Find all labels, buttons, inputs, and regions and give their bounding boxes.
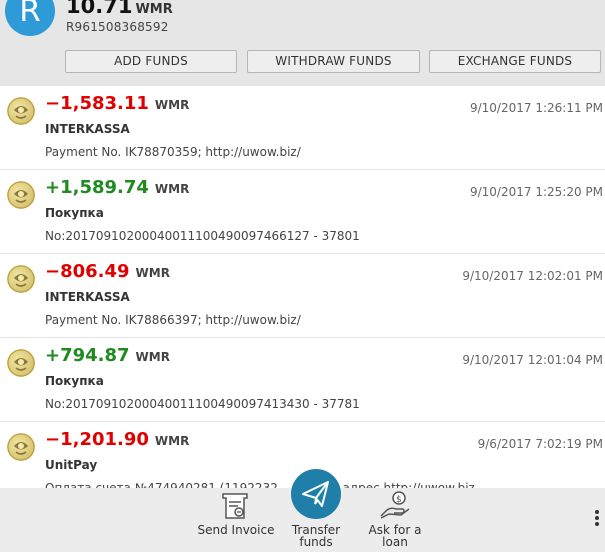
transaction-amount-value: −806.49 <box>45 261 130 282</box>
svg-text:$: $ <box>396 495 402 505</box>
transaction-amount: −806.49 WMR <box>45 261 170 282</box>
transaction-currency: WMR <box>154 182 190 196</box>
transaction-amount-value: +1,589.74 <box>45 177 149 198</box>
webmoney-coin-icon <box>7 349 35 377</box>
webmoney-coin-icon <box>7 433 35 461</box>
transaction-counterparty: Покупка <box>45 206 104 220</box>
hand-coin-icon: $ <box>379 490 411 522</box>
transaction-list: −1,583.11 WMR 9/10/2017 1:26:11 PM INTERK… <box>0 86 605 488</box>
transaction-amount-value: −1,201.90 <box>45 429 149 450</box>
transaction-currency: WMR <box>135 266 170 280</box>
transaction-date: 9/6/2017 7:02:19 PM <box>477 437 603 451</box>
transfer-funds-label-line2: funds <box>299 535 333 549</box>
transaction-counterparty: Покупка <box>45 374 104 388</box>
transfer-funds-label: Transfer funds <box>285 524 347 548</box>
withdraw-funds-button[interactable]: WITHDRAW FUNDS <box>247 50 420 73</box>
transaction-counterparty: UnitPay <box>45 458 98 472</box>
transaction-counterparty: INTERKASSA <box>45 290 130 304</box>
transaction-currency: WMR <box>154 434 190 448</box>
bottom-toolbar: Send Invoice Transfer funds $ Ask for a lo… <box>0 469 605 552</box>
balance: 10.71 WMR <box>66 0 173 18</box>
account-header: R 10.71 WMR R961508368592 ADD FUNDS WITHD… <box>0 0 605 86</box>
purse-id: R961508368592 <box>66 20 169 34</box>
transaction-date: 9/10/2017 12:01:04 PM <box>462 353 603 367</box>
webmoney-coin-icon <box>7 265 35 293</box>
balance-value: 10.71 <box>66 0 133 18</box>
ask-loan-label: Ask for a loan <box>360 524 430 548</box>
transaction-amount-value: +794.87 <box>45 345 130 366</box>
transaction-row[interactable]: +794.87 WMR 9/10/2017 12:01:04 PM Покупка… <box>0 338 605 422</box>
transaction-amount-value: −1,583.11 <box>45 93 149 114</box>
send-invoice-label: Send Invoice <box>197 523 275 537</box>
webmoney-coin-icon <box>7 181 35 209</box>
add-funds-button[interactable]: ADD FUNDS <box>65 50 237 73</box>
transaction-amount: −1,583.11 WMR <box>45 93 189 114</box>
transaction-description: No:20170910200040011100490097466127 - 37… <box>45 229 360 243</box>
transaction-description: No:20170910200040011100490097413430 - 37… <box>45 397 360 411</box>
transaction-currency: WMR <box>154 98 190 112</box>
transaction-amount: +1,589.74 WMR <box>45 177 189 198</box>
transaction-counterparty: INTERKASSA <box>45 122 130 136</box>
transaction-row[interactable]: −806.49 WMR 9/10/2017 12:02:01 PM INTERKA… <box>0 254 605 338</box>
transaction-date: 9/10/2017 12:02:01 PM <box>462 269 603 283</box>
ask-loan-label-line2: loan <box>382 535 408 549</box>
invoice-icon <box>220 490 250 522</box>
transaction-row[interactable]: −1,583.11 WMR 9/10/2017 1:26:11 PM INTERK… <box>0 86 605 170</box>
transaction-description: Payment No. IK78870359; http://uwow.biz/ <box>45 145 301 159</box>
transfer-fab[interactable] <box>291 469 341 519</box>
more-vertical-icon[interactable] <box>592 510 602 532</box>
transaction-description: Payment No. IK78866397; http://uwow.biz/ <box>45 313 301 327</box>
transaction-amount: +794.87 WMR <box>45 345 170 366</box>
transaction-date: 9/10/2017 1:25:20 PM <box>469 185 603 199</box>
avatar[interactable]: R <box>5 0 55 36</box>
transaction-description: Оплата счета №474940281 (1192232 ... ken… <box>45 481 475 488</box>
transaction-date: 9/10/2017 1:26:11 PM <box>469 101 603 115</box>
webmoney-coin-icon <box>7 97 35 125</box>
transaction-row[interactable]: +1,589.74 WMR 9/10/2017 1:25:20 PM Покупк… <box>0 170 605 254</box>
transaction-currency: WMR <box>135 350 170 364</box>
paper-plane-icon <box>302 481 329 507</box>
transaction-amount: −1,201.90 WMR <box>45 429 189 450</box>
exchange-funds-button[interactable]: EXCHANGE FUNDS <box>429 50 601 73</box>
balance-currency: WMR <box>135 2 173 17</box>
